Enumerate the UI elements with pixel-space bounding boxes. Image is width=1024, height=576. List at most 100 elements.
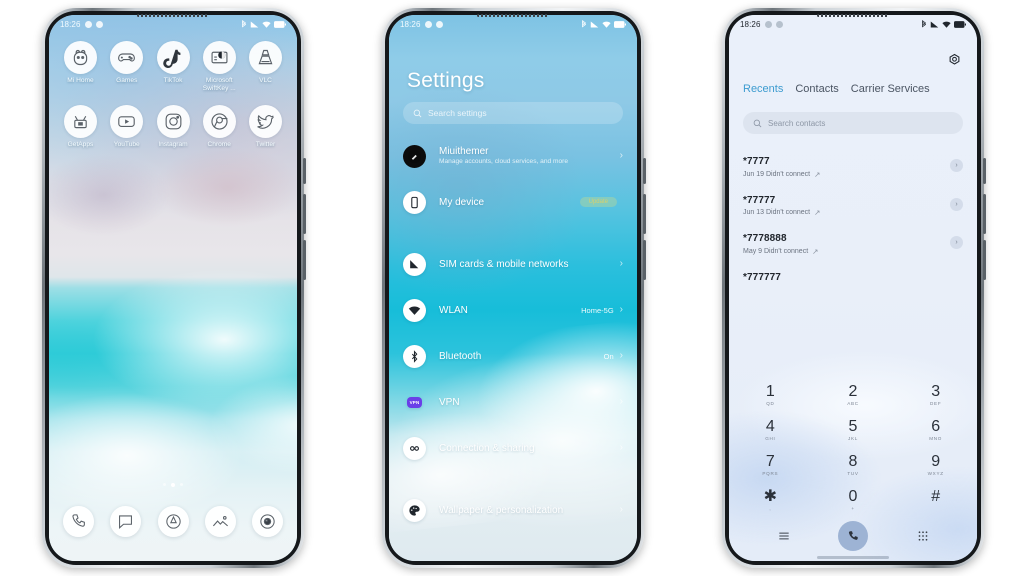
wifi-icon — [602, 21, 611, 28]
call-details-button[interactable]: › — [950, 159, 963, 172]
keypad-row: ✱, 0 + # — [729, 482, 977, 517]
settings-row-vpn[interactable]: VPN VPN › — [389, 379, 637, 425]
menu-button[interactable] — [729, 529, 838, 543]
key-0[interactable]: 0 + — [812, 482, 895, 517]
call-button[interactable] — [838, 521, 868, 551]
volume-up-button[interactable] — [643, 194, 646, 234]
call-list-item[interactable]: *7778888 May 9 Didn't connect ↗ › — [729, 222, 977, 261]
key-digit: # — [931, 488, 941, 505]
key-3[interactable]: 3 DEF — [894, 377, 977, 412]
notification-dot-icon — [424, 21, 432, 28]
screenshot-canvas: 18:26 Mi Home Games TikTok Microsoft Swi… — [0, 0, 1024, 576]
settings-row-bluetooth[interactable]: Bluetooth On › — [389, 333, 637, 379]
settings-row-wallpaper[interactable]: Wallpaper & personalization › — [389, 487, 637, 533]
earpiece-grille — [817, 14, 889, 17]
status-bar: 18:26 — [389, 15, 637, 34]
app-mi-home[interactable]: Mi Home — [60, 41, 101, 93]
key-2[interactable]: 2 ABC — [812, 377, 895, 412]
phone-dialer-screen: 18:26 Recents Contacts Carrier Services — [722, 8, 986, 568]
side-button[interactable] — [643, 158, 646, 184]
dock-gallery-icon[interactable] — [204, 506, 236, 537]
chevron-right-icon: › — [619, 504, 623, 515]
side-button[interactable] — [983, 158, 986, 184]
call-number: *777777 — [743, 271, 781, 283]
app-label: VLC — [259, 77, 272, 84]
settings-row-sim[interactable]: SIM cards & mobile networks › — [389, 241, 637, 287]
phone-home-screen: 18:26 Mi Home Games TikTok Microsoft Swi… — [42, 8, 306, 568]
keypad-toggle-button[interactable] — [868, 529, 977, 543]
notification-dot-icon — [435, 21, 443, 28]
settings-row-connection-sharing[interactable]: Connection & sharing › — [389, 425, 637, 471]
app-label: Twitter — [255, 141, 276, 148]
tab-recents[interactable]: Recents — [743, 83, 783, 95]
notification-dot-icon — [84, 21, 92, 28]
chevron-right-icon: › — [955, 239, 958, 246]
call-list-item[interactable]: *777777 — [729, 261, 977, 288]
call-details-button[interactable]: › — [950, 236, 963, 249]
settings-search-input[interactable]: Search settings — [403, 102, 623, 124]
dock-phone-icon[interactable] — [63, 506, 94, 537]
update-badge[interactable]: Update — [579, 197, 617, 207]
app-games[interactable]: Games — [106, 41, 147, 93]
call-list-item[interactable]: *7777 Jun 19 Didn't connect ↗ › — [729, 145, 977, 184]
key-7[interactable]: 7 PQRS — [729, 447, 812, 482]
app-instagram[interactable]: Instagram — [153, 105, 194, 149]
app-youtube[interactable]: YouTube — [106, 105, 147, 149]
side-button[interactable] — [303, 158, 306, 184]
call-number: *77777 — [743, 194, 776, 206]
gesture-nav-bar[interactable] — [817, 556, 889, 559]
contacts-search-input[interactable]: Search contacts — [743, 112, 963, 134]
settings-row-my-device[interactable]: My device Update — [389, 179, 637, 225]
dock-camera-icon[interactable] — [252, 506, 283, 537]
volume-down-button[interactable] — [643, 240, 646, 280]
app-label: YouTube — [113, 141, 140, 148]
call-details-button[interactable]: › — [950, 197, 963, 211]
key-hash[interactable]: # — [894, 482, 977, 517]
bluetooth-icon — [403, 344, 426, 368]
tab-carrier-services[interactable]: Carrier Services — [851, 83, 930, 95]
volume-up-button[interactable] — [983, 194, 986, 234]
call-list-item[interactable]: *77777 Jun 13 Didn't connect ↗ › — [729, 184, 977, 223]
settings-row-label: My device — [439, 196, 485, 208]
volume-down-button[interactable] — [303, 240, 306, 280]
dock-messages-icon[interactable] — [110, 506, 142, 537]
gear-icon[interactable] — [947, 53, 962, 73]
app-microsoft-swiftkey[interactable]: Microsoft SwiftKey ... — [199, 41, 240, 93]
app-vlc[interactable]: VLC — [245, 41, 286, 93]
settings-row-account[interactable]: Miuithemer Manage accounts, cloud servic… — [389, 133, 637, 179]
volume-down-button[interactable] — [983, 240, 986, 280]
settings-row-wlan[interactable]: WLAN Home-5G › — [389, 287, 637, 333]
mi-home-icon — [64, 41, 97, 74]
key-digit: 5 — [848, 418, 858, 435]
menu-icon — [778, 532, 789, 540]
app-getapps[interactable]: GetApps — [60, 105, 101, 149]
twitter-bird-icon — [249, 105, 282, 138]
key-6[interactable]: 6 MNO — [894, 412, 977, 447]
key-9[interactable]: 9 WXYZ — [894, 447, 977, 482]
app-twitter[interactable]: Twitter — [245, 105, 286, 149]
key-1[interactable]: 1 QD — [729, 377, 812, 412]
tab-contacts[interactable]: Contacts — [795, 83, 838, 95]
page-dot[interactable] — [163, 483, 166, 486]
key-letters — [894, 506, 977, 512]
infinity-icon — [403, 436, 426, 460]
key-5[interactable]: 5 JKL — [812, 412, 895, 447]
settings-row-label: SIM cards & mobile networks — [439, 258, 569, 270]
app-chrome[interactable]: Chrome — [199, 105, 240, 149]
notification-dot-icon — [775, 21, 783, 28]
call-meta: Jun 13 Didn't connect — [743, 209, 811, 216]
page-dot[interactable] — [180, 483, 183, 486]
volume-up-button[interactable] — [303, 194, 306, 234]
page-dot-active[interactable] — [171, 483, 175, 487]
key-star[interactable]: ✱, — [729, 482, 812, 517]
vlc-cone-icon — [249, 41, 282, 74]
key-8[interactable]: 8 TUV — [812, 447, 895, 482]
app-tiktok[interactable]: TikTok — [153, 41, 194, 93]
status-time: 18:26 — [400, 20, 421, 29]
phone3-screen: 18:26 Recents Contacts Carrier Services — [729, 15, 977, 561]
dock-browser-icon[interactable] — [157, 506, 189, 537]
phone1-screen: 18:26 Mi Home Games TikTok Microsoft Swi… — [49, 15, 297, 561]
key-letters: JKL — [847, 436, 859, 441]
key-digit: 6 — [931, 418, 941, 435]
key-4[interactable]: 4 GHI — [729, 412, 812, 447]
